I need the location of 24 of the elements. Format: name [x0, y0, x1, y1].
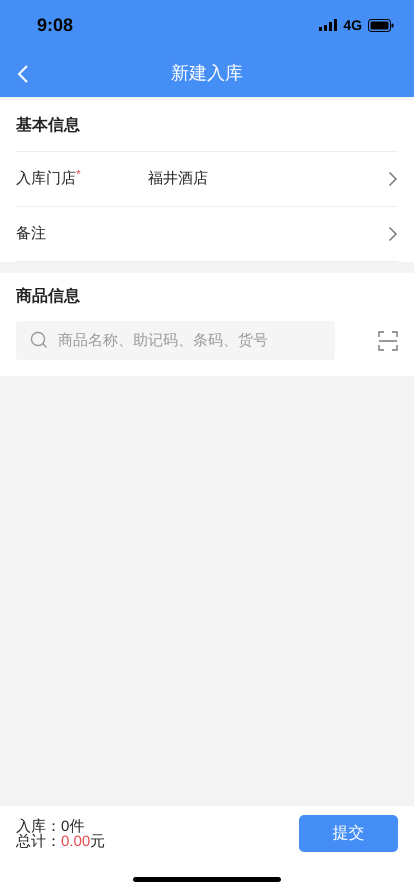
- back-icon: [17, 64, 29, 84]
- form-row[interactable]: 入库门店* 福井酒店: [16, 152, 398, 207]
- total-label: 总计：: [16, 834, 61, 848]
- count-label: 入库：: [16, 818, 61, 834]
- chevron-right-icon: [388, 171, 398, 187]
- required-mark: *: [76, 168, 81, 180]
- section-title: 商品信息: [16, 286, 80, 307]
- row-label: 入库门店: [16, 168, 76, 189]
- section-title: 基本信息: [16, 116, 80, 136]
- status-time: 9:08: [37, 14, 74, 36]
- battery-icon: [368, 18, 394, 32]
- row-value: 福井酒店: [148, 170, 208, 187]
- chevron-right-icon: [388, 226, 398, 242]
- search-icon: [30, 331, 48, 349]
- row-label: 备注: [16, 224, 46, 244]
- form-row[interactable]: 备注: [16, 207, 398, 262]
- page-title: 新建入库: [171, 62, 243, 85]
- total-unit: 元: [90, 834, 106, 848]
- count-value: 0件: [61, 818, 84, 834]
- signal-icon: [319, 19, 338, 31]
- scan-icon[interactable]: [378, 330, 398, 350]
- total-value: 0.00: [61, 834, 90, 848]
- network-label: 4G: [343, 16, 362, 34]
- search-field[interactable]: 商品名称、助记码、条码、货号: [16, 321, 335, 360]
